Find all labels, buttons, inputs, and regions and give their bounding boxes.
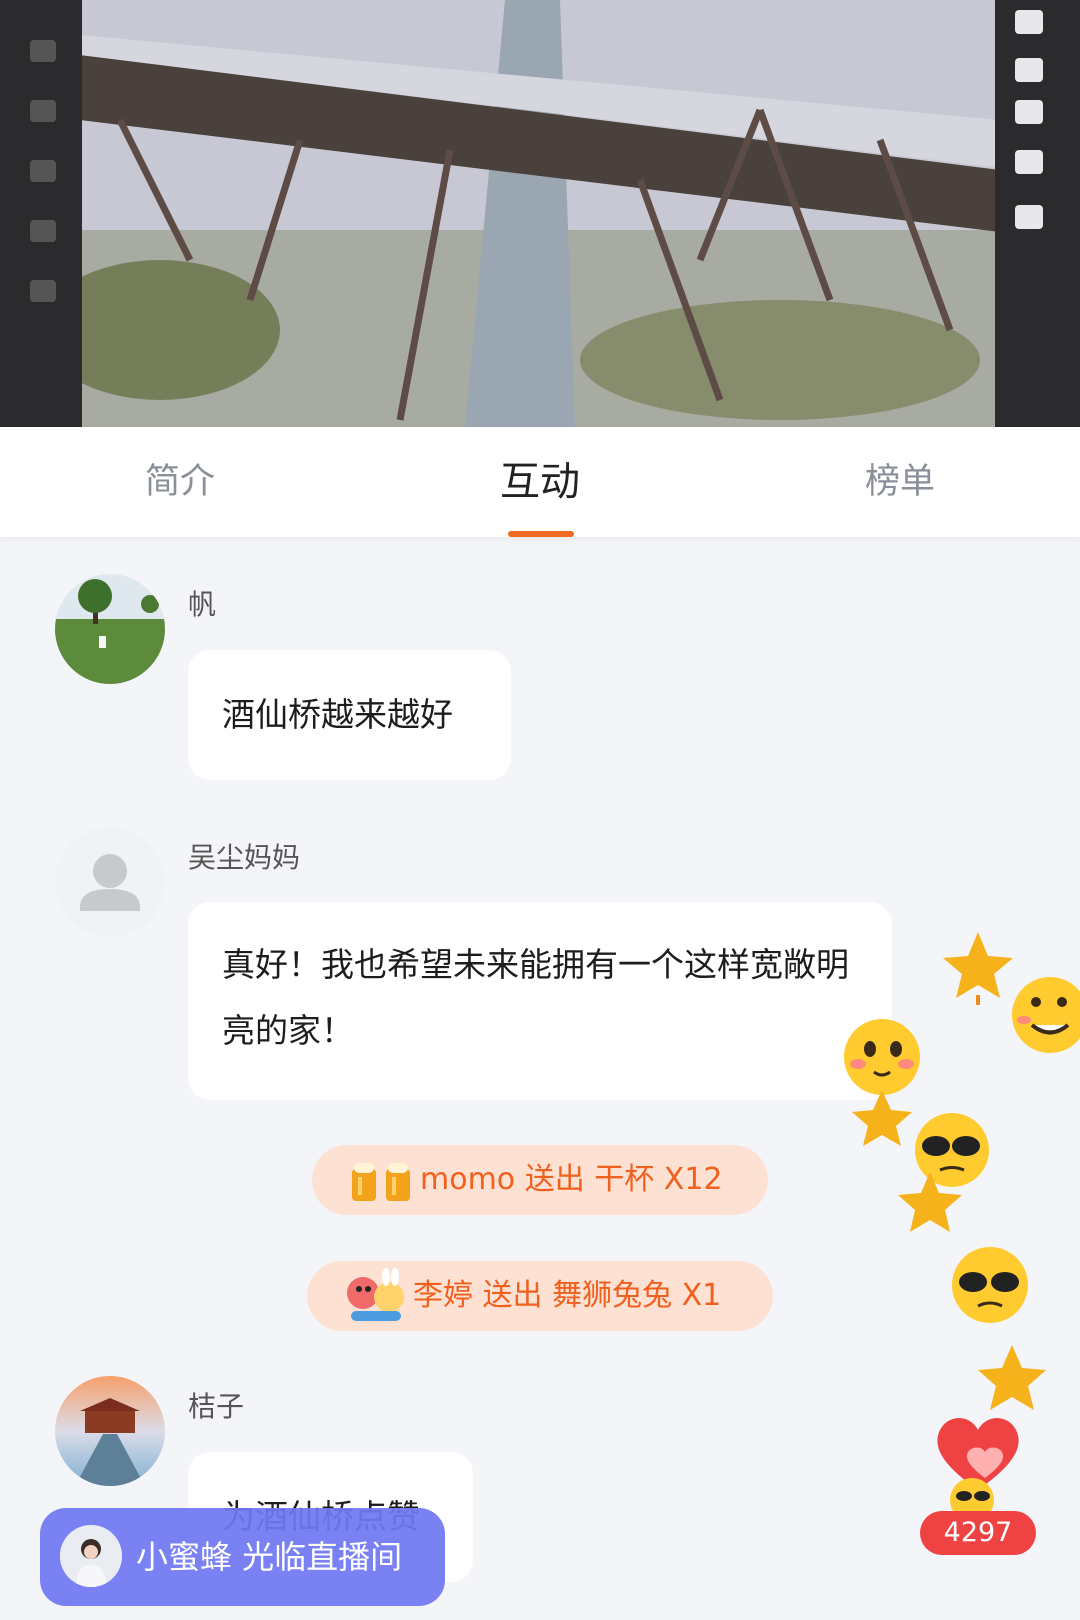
avatar[interactable]: [55, 1376, 165, 1486]
landscape-avatar-icon: [55, 574, 165, 684]
user-avatar-icon: [60, 1525, 122, 1587]
avatar[interactable]: [55, 827, 165, 937]
gift-message: momo 送出 干杯 X12: [312, 1145, 768, 1215]
avatar[interactable]: [55, 574, 165, 684]
lion-dance-rabbit-icon: [347, 1268, 404, 1321]
cool-sunglasses-emoji-icon: [915, 1113, 989, 1187]
like-count-badge[interactable]: 4297: [920, 1511, 1036, 1555]
comment-username: 帆: [188, 588, 217, 621]
pier-avatar-icon: [55, 1376, 165, 1486]
viewer-join-banner: 小蜜蜂 光临直播间: [40, 1508, 445, 1606]
avatar: [60, 1525, 122, 1587]
star-icon: [978, 1345, 1046, 1410]
tab-ranking[interactable]: 榜单: [720, 427, 1080, 537]
default-user-icon: [80, 854, 140, 911]
comment-username: 吴尘妈妈: [188, 841, 301, 874]
gift-message: 李婷 送出 舞狮兔兔 X1: [307, 1261, 773, 1331]
beer-cheers-icon: [352, 1163, 410, 1201]
active-tab-indicator: [508, 531, 574, 537]
gift-text: momo 送出 干杯 X12: [420, 1162, 723, 1197]
tab-bar: 简介 互动 榜单: [0, 427, 1080, 537]
tab-interaction[interactable]: 互动: [360, 427, 720, 537]
star-icon: [943, 932, 1013, 1005]
comment-username: 桔子: [188, 1390, 245, 1423]
gift-text: 李婷 送出 舞狮兔兔 X1: [413, 1278, 722, 1313]
live-video-player[interactable]: [0, 0, 1080, 427]
tab-intro[interactable]: 简介: [0, 427, 360, 537]
laughing-emoji-icon: [1012, 977, 1080, 1053]
comment-bubble: 真好！我也希望未来能拥有一个这样宽敞明亮的家！: [188, 902, 892, 1100]
star-icon: [898, 1172, 962, 1232]
comment-bubble: 酒仙桥越来越好: [188, 650, 511, 780]
cool-sunglasses-emoji-icon: [952, 1247, 1028, 1323]
heart-icon: [937, 1418, 1019, 1522]
join-banner-text: 小蜜蜂 光临直播间: [136, 1538, 403, 1576]
